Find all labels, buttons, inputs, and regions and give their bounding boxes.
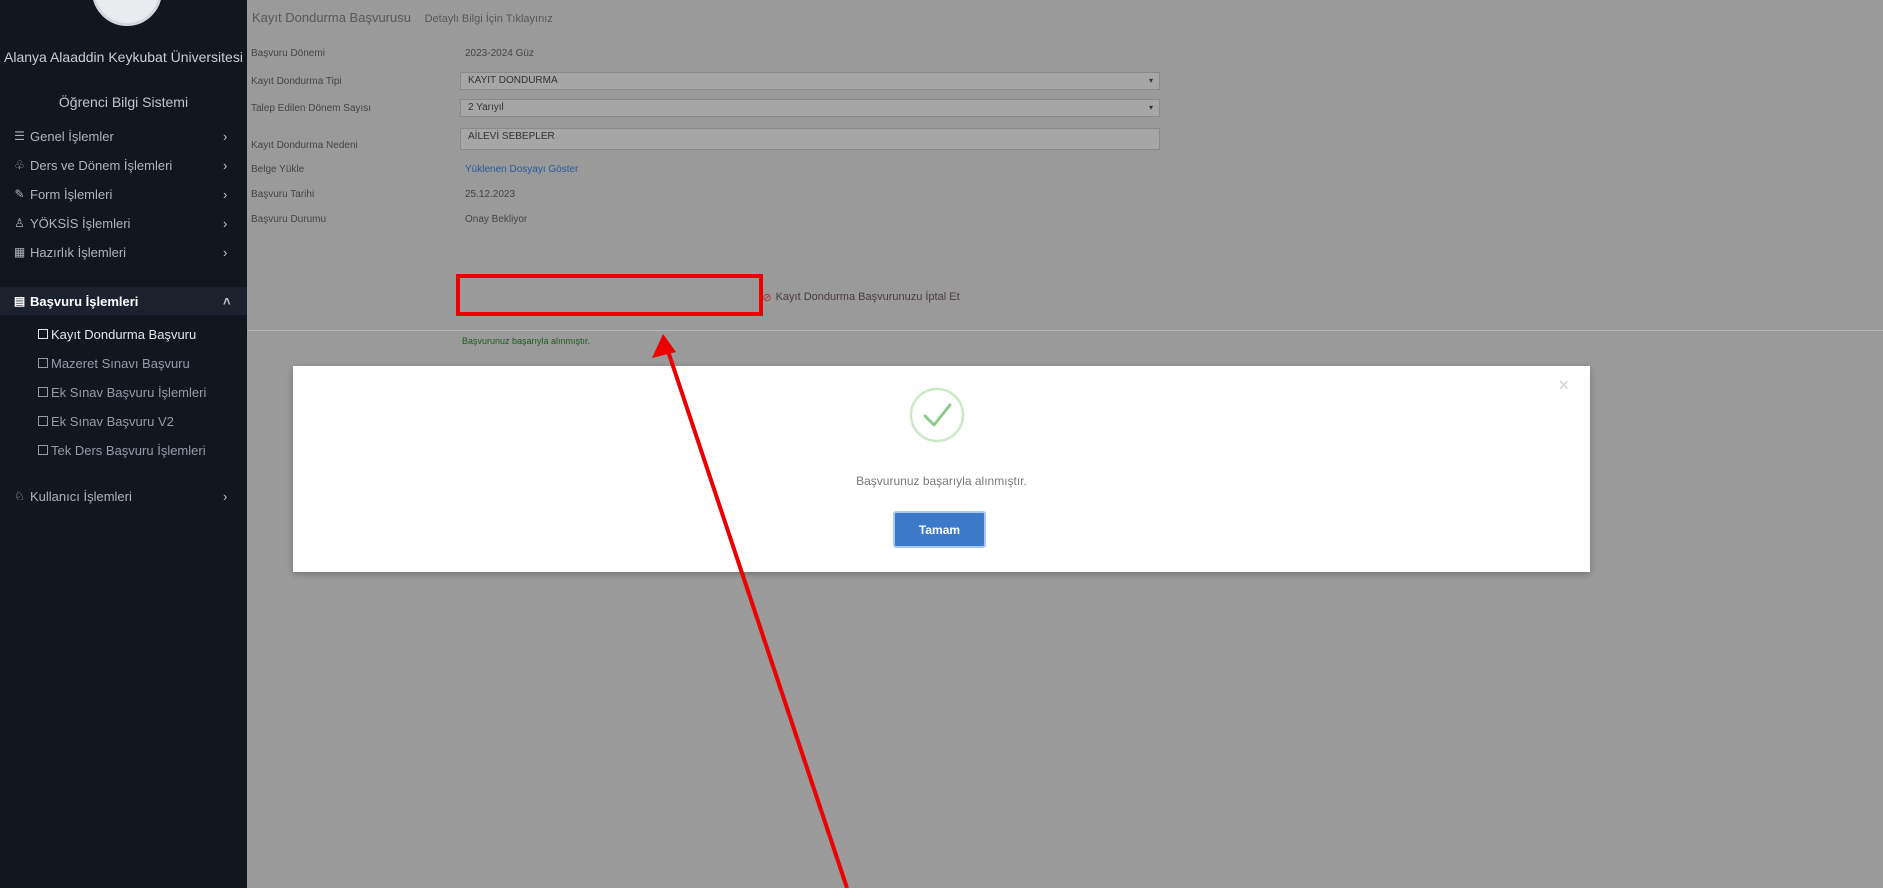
annotation-arrow: [652, 334, 849, 888]
